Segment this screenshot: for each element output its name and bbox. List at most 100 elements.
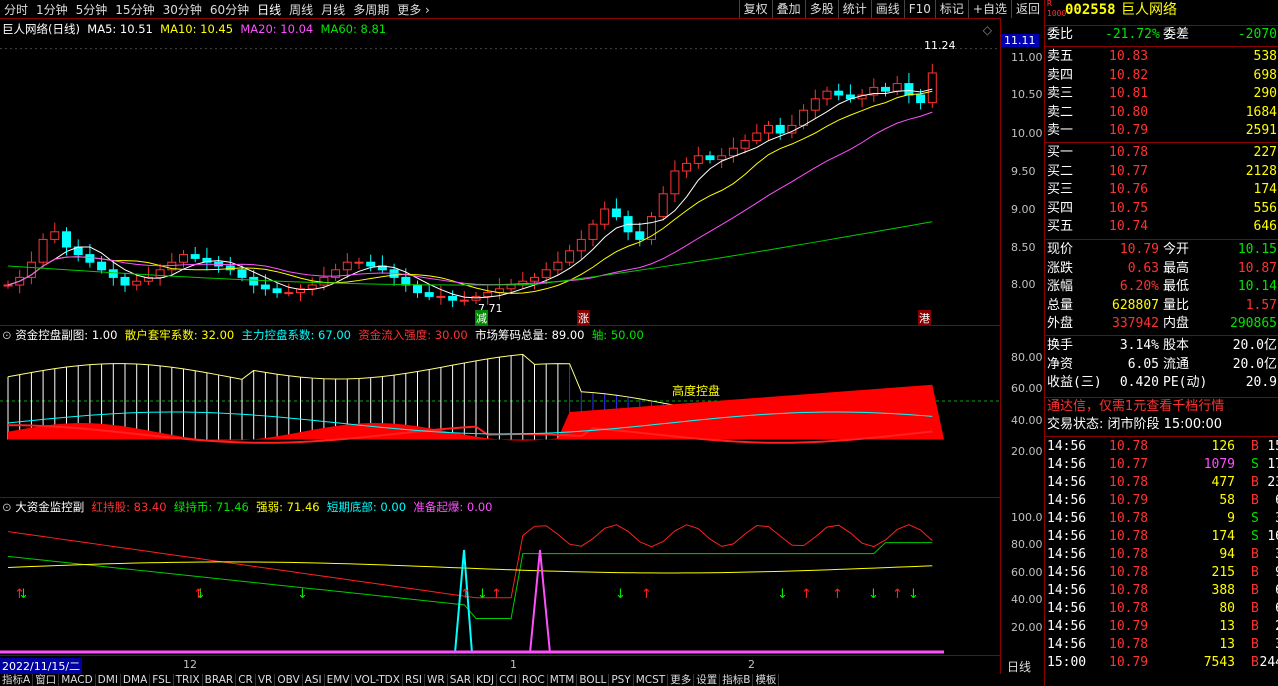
multi-stock-button[interactable]: 多股 — [804, 0, 838, 18]
promo-link[interactable]: 通达信，仅需1元查看千档行情 — [1045, 397, 1278, 415]
tab-30min[interactable]: 30分钟 — [159, 1, 206, 18]
indicator-tab[interactable]: KDJ — [474, 674, 498, 686]
axis-tick: 40.00 — [1011, 593, 1043, 606]
tab-5min[interactable]: 5分钟 — [72, 1, 112, 18]
indicator-tab[interactable]: PSY — [609, 674, 634, 686]
tick-time: 14:56 — [1047, 547, 1087, 562]
tick-time: 15:00 — [1047, 655, 1087, 670]
ma20-line — [7, 111, 933, 286]
level-label: 买二 — [1047, 163, 1074, 179]
f10-button[interactable]: F10 — [903, 0, 935, 18]
indicator-tabs: 指标A 窗口 MACD DMI DMA FSL TRIX BRAR CR VR OBV ASI EMV V… — [0, 674, 1044, 686]
back-button[interactable]: 返回 — [1010, 0, 1044, 18]
down-arrow: ↓ — [868, 587, 879, 602]
bid-row: 买四 10.75 556 — [1045, 200, 1278, 218]
fuquan-button[interactable]: 复权 — [738, 0, 772, 18]
indicator-tab[interactable]: DMI — [96, 674, 121, 686]
axis-tick: 8.00 — [1011, 278, 1036, 291]
indicator-tab[interactable]: 指标A — [0, 674, 34, 686]
indicator-tab[interactable]: VR — [256, 674, 276, 686]
tab-15min[interactable]: 15分钟 — [111, 1, 158, 18]
indicator-tab[interactable]: CR — [236, 674, 256, 686]
indicator-tab[interactable]: VOL-TDX — [352, 674, 403, 686]
indicator-tab[interactable]: DMA — [121, 674, 151, 686]
tick-count: 17 — [1267, 457, 1278, 472]
tab-daily[interactable]: 日线 — [253, 1, 285, 18]
tab-1min[interactable]: 1分钟 — [32, 1, 72, 18]
stat-label: 最高 — [1163, 260, 1190, 276]
indicator-tab[interactable]: SAR — [448, 674, 475, 686]
capital-control-panel[interactable]: ⊙ 资金控盘副图: 1.00 散户套牢系数: 32.00 主力控盘系数: 67.… — [0, 326, 1000, 498]
overlay-button[interactable]: 叠加 — [771, 0, 805, 18]
indicator-tab[interactable]: CCI — [497, 674, 520, 686]
indicator-tab[interactable]: OBV — [275, 674, 303, 686]
indicator-tab[interactable]: WR — [425, 674, 448, 686]
indicator-tab[interactable]: BOLL — [577, 674, 610, 686]
indicator-tab[interactable]: TRIX — [174, 674, 203, 686]
breakout-signal — [529, 549, 551, 654]
indicator-tab[interactable]: 设置 — [694, 674, 721, 686]
candle-body — [260, 284, 270, 290]
tab-monthly[interactable]: 月线 — [317, 1, 349, 18]
volume: 556 — [1253, 200, 1277, 216]
up-arrow: ↑ — [460, 587, 471, 602]
candlestick-panel[interactable]: 巨人网络(日线) MA5: 10.51 MA10: 10.45 MA20: 10… — [0, 18, 1000, 326]
axis-tick: 20.00 — [1011, 445, 1043, 458]
draw-button[interactable]: 画线 — [870, 0, 904, 18]
price: 10.82 — [1109, 67, 1149, 83]
indicator-tab[interactable]: MACD — [59, 674, 96, 686]
price: 10.74 — [1109, 219, 1149, 234]
tab-multi-period[interactable]: 多周期 — [349, 1, 393, 18]
tick-volume: 9 — [1227, 511, 1235, 526]
indicator-tab[interactable]: RSI — [403, 674, 425, 686]
indicator-tab[interactable]: BRAR — [203, 674, 237, 686]
big-capital-panel[interactable]: ⊙ 大资金监控副 红持股: 83.40 绿持币: 71.46 强弱: 71.46… — [0, 498, 1000, 656]
candle-body — [413, 284, 422, 294]
tick-side: B — [1251, 493, 1259, 508]
stat-value: 337942 — [1112, 316, 1159, 331]
tick-row: 14:5610.7894B3 — [1045, 546, 1278, 564]
stat-label: 今开 — [1163, 242, 1190, 257]
tab-fenshi[interactable]: 分时 — [0, 1, 32, 18]
indicator-tab[interactable]: 更多 — [668, 674, 695, 686]
tick-volume: 13 — [1219, 637, 1235, 652]
ma5-line — [7, 88, 933, 299]
candle-body — [588, 223, 598, 240]
tab-more[interactable]: 更多 › — [393, 1, 434, 18]
candle-body — [764, 124, 773, 134]
tick-list[interactable]: 14:56 10.78 126 B 15 14:56 10.77 1079 S 17 14:56 10… — [1045, 436, 1278, 670]
tab-60min[interactable]: 60分钟 — [206, 1, 253, 18]
indicator-tab[interactable]: FSL — [150, 674, 174, 686]
indicator-tab[interactable]: 指标B — [720, 674, 754, 686]
level-label: 买四 — [1047, 200, 1074, 216]
volume: 538 — [1253, 49, 1277, 64]
mark-button[interactable]: 标记 — [934, 0, 968, 18]
price: 10.77 — [1109, 163, 1149, 179]
axis-mode-label[interactable]: 日线 — [1000, 656, 1044, 674]
stat-row: 涨跌 0.63 最高 10.87 — [1045, 260, 1278, 278]
tab-weekly[interactable]: 周线 — [285, 1, 317, 18]
tick-row: 14:5610.7913B2 — [1045, 618, 1278, 636]
indicator-tab[interactable]: ROC — [520, 674, 548, 686]
control-chart — [0, 353, 1000, 444]
indicator-tab[interactable]: MCST — [634, 674, 669, 686]
candle-body — [436, 295, 446, 298]
stats-button[interactable]: 统计 — [837, 0, 871, 18]
up-arrow: ↑ — [641, 587, 652, 602]
stat-value: 10.14 — [1237, 279, 1277, 294]
indicator-tab[interactable]: 窗口 — [33, 674, 60, 686]
tick-row: 14:56 10.77 1079 S 17 — [1045, 456, 1278, 474]
candle-body — [132, 280, 142, 286]
candle-body — [799, 109, 809, 126]
stat-label: 内盘 — [1163, 316, 1190, 331]
add-watchlist-button[interactable]: +自选 — [967, 0, 1011, 18]
indicator-tab[interactable]: EMV — [325, 674, 353, 686]
tick-volume: 94 — [1219, 547, 1235, 562]
candle-body — [576, 238, 586, 252]
indicator-tab[interactable]: ASI — [303, 674, 325, 686]
stat-row: 外盘 337942 内盘 290865 — [1045, 315, 1278, 333]
indicator-tab[interactable]: MTM — [548, 674, 578, 686]
candle-body — [319, 276, 329, 286]
indicator-tab[interactable]: 模板 — [753, 674, 780, 686]
price: 10.78 — [1109, 145, 1149, 160]
